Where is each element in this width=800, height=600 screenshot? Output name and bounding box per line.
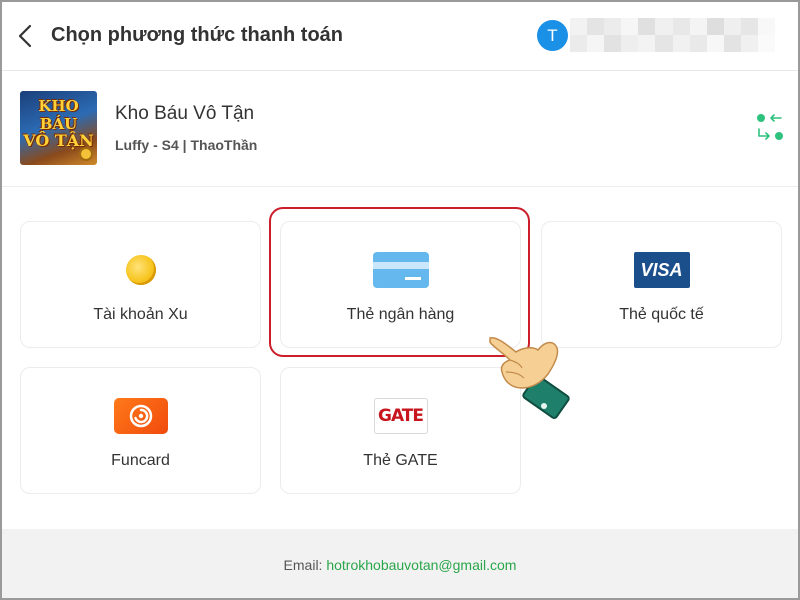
payment-method-label: Thẻ GATE — [363, 452, 438, 469]
switch-arrows-icon — [757, 114, 783, 140]
blurred-username — [570, 18, 775, 52]
payment-page: Chọn phương thức thanh toán T KHO BÁU VÔ… — [0, 0, 800, 600]
logo-coin-icon — [79, 147, 93, 161]
visa-icon: VISA — [633, 252, 690, 288]
payment-method-funcard[interactable]: Funcard — [20, 367, 261, 494]
payment-method-gate[interactable]: GATE Thẻ GATE — [280, 367, 521, 494]
payment-method-label: Thẻ ngân hàng — [346, 306, 455, 323]
back-button[interactable] — [14, 22, 38, 50]
page-title: Chọn phương thức thanh toán — [51, 24, 344, 46]
payment-method-label: Thẻ quốc tế — [619, 306, 704, 323]
game-logo: KHO BÁU VÔ TẬN — [20, 91, 97, 165]
coin-icon — [125, 255, 156, 285]
payment-method-bank-card[interactable]: Thẻ ngân hàng — [280, 221, 521, 348]
switch-account-button[interactable] — [754, 112, 786, 144]
avatar[interactable]: T — [537, 20, 568, 51]
bank-card-icon — [372, 252, 429, 288]
support-email-link[interactable]: hotrokhobauvotan@gmail.com — [326, 557, 516, 573]
game-info-section: KHO BÁU VÔ TẬN Kho Báu Vô Tận Luffy - S4… — [2, 71, 798, 187]
game-name: Kho Báu Vô Tận — [115, 103, 255, 124]
gate-icon: GATE — [373, 398, 428, 434]
payment-method-label: Funcard — [111, 452, 170, 469]
chevron-left-icon — [18, 24, 32, 48]
game-server: Luffy - S4 | ThaoThần — [115, 137, 258, 153]
payment-method-international-card[interactable]: VISA Thẻ quốc tế — [541, 221, 782, 348]
payment-method-label: Tài khoản Xu — [93, 306, 188, 323]
footer: Email: hotrokhobauvotan@gmail.com — [2, 529, 798, 598]
payment-method-xu[interactable]: Tài khoản Xu — [20, 221, 261, 348]
funcard-icon — [113, 398, 168, 434]
email-label: Email: — [283, 557, 323, 573]
header-bar: Chọn phương thức thanh toán T — [2, 2, 798, 71]
game-logo-text-top: KHO BÁU — [38, 97, 79, 133]
